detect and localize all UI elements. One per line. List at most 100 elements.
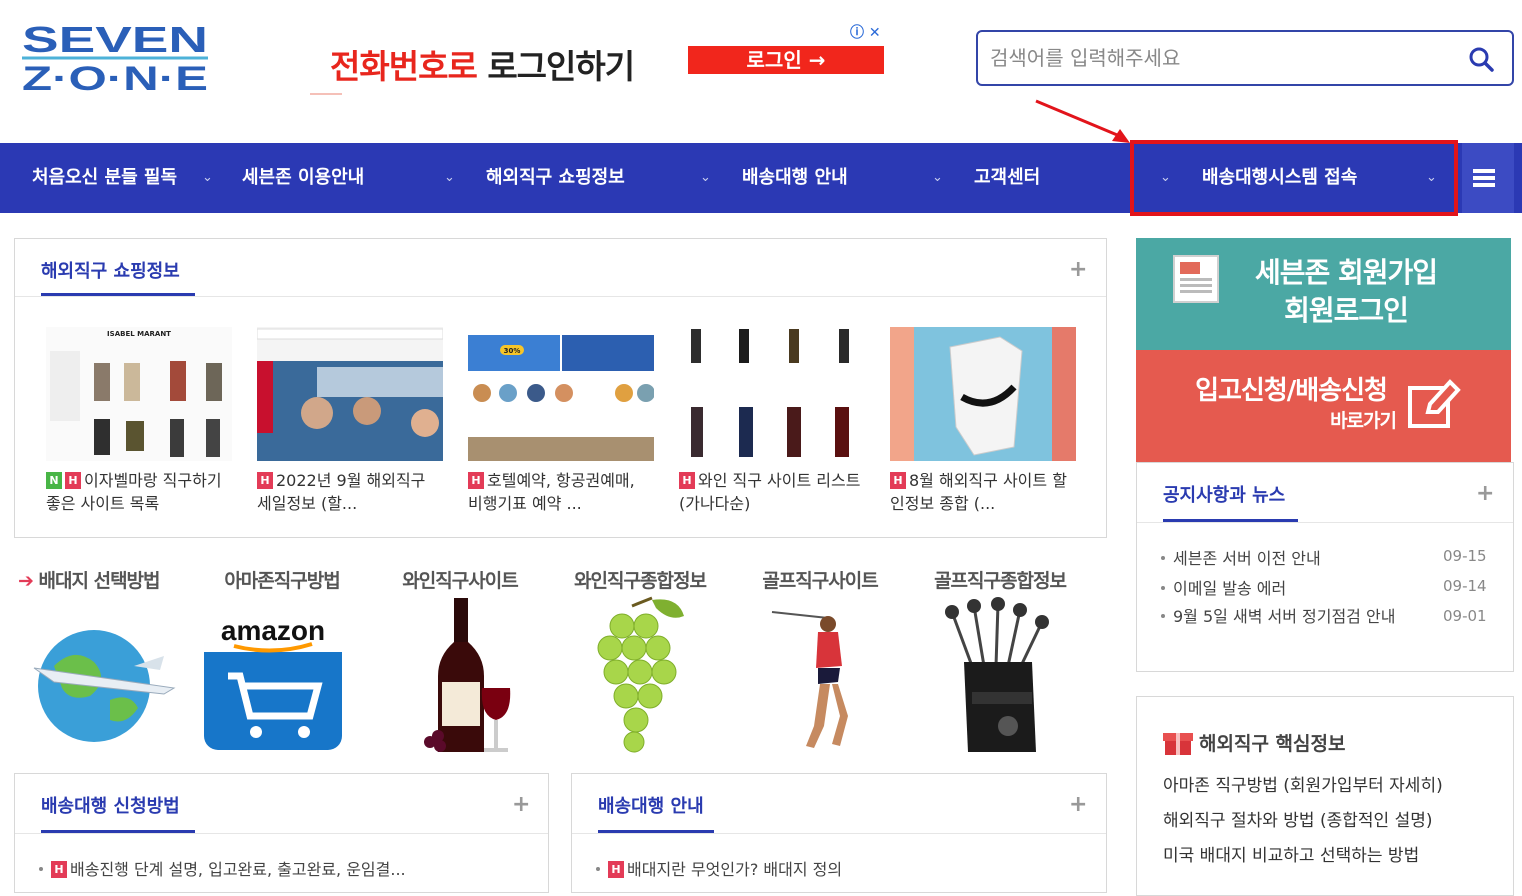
notice-date: 09-15 xyxy=(1443,547,1487,565)
sneaker-thumb-image xyxy=(890,327,1076,461)
list-item-text: 배송진행 단계 설명, 입고완료, 출고완료, 운임결... xyxy=(70,860,406,879)
hot-badge: H xyxy=(257,472,273,489)
post-thumbnail[interactable] xyxy=(679,327,865,461)
more-plus-icon[interactable]: + xyxy=(1476,481,1494,506)
member-login-banner[interactable]: 세븐존 회원가입 회원로그인 xyxy=(1136,238,1511,350)
hot-badge: H xyxy=(468,472,484,489)
ad-text-red: 전화번호로 xyxy=(330,47,478,86)
ad-divider xyxy=(310,93,342,95)
chevron-down-icon[interactable]: ⌄ xyxy=(932,143,943,213)
search-input[interactable] xyxy=(990,42,1440,74)
banner-line: 입고신청/배송신청 xyxy=(1195,376,1388,406)
section-title[interactable]: 공지사항과 뉴스 xyxy=(1163,481,1285,507)
category-label: 와인직구사이트 xyxy=(402,570,518,592)
search-icon[interactable] xyxy=(1468,46,1494,72)
category-label: 아마존직구방법 xyxy=(224,570,340,592)
caption-text: 호텔예약, 항공권예매, 비행기표 예약 ... xyxy=(468,471,635,513)
banner-line: 세븐존 회원가입 xyxy=(1254,256,1438,289)
category-golf-site[interactable]: 골프직구사이트 xyxy=(732,566,908,756)
ad-text-dark: 로그인하기 xyxy=(487,47,635,86)
post-thumbnail[interactable] xyxy=(890,327,1076,461)
category-label: 와인직구종합정보 xyxy=(574,570,707,592)
post-thumbnail[interactable] xyxy=(257,327,443,461)
divider xyxy=(572,833,1106,834)
category-wine-info[interactable]: 와인직구종합정보 xyxy=(552,566,728,756)
category-label: 골프직구종합정보 xyxy=(934,570,1067,592)
thumb-promo-label: 30% xyxy=(504,347,521,355)
bullet xyxy=(39,867,43,871)
more-plus-icon[interactable]: + xyxy=(1069,257,1087,282)
svg-text:Z·O·N·E: Z·O·N·E xyxy=(22,60,208,96)
ad-banner[interactable]: 전화번호로 로그인하기 로그인 → ⓘ ✕ xyxy=(310,20,890,100)
banner-text: 세븐존 회원가입 회원로그인 xyxy=(1236,254,1456,330)
caption-text: 와인 직구 사이트 리스트 (가나다순) xyxy=(679,471,861,513)
ad-login-button[interactable]: 로그인 → xyxy=(688,46,884,74)
section-title[interactable]: 배송대행 신청방법 xyxy=(41,792,180,818)
grapes-icon xyxy=(597,596,684,753)
section-title[interactable]: 해외직구 핵심정보 xyxy=(1199,729,1345,756)
chevron-down-icon[interactable]: ⌄ xyxy=(444,143,455,213)
post-thumbnail[interactable]: ISABEL MARANT xyxy=(46,327,232,461)
logo-graphic: SEVEN Z·O·N·E xyxy=(22,19,208,98)
ad-info-close-icon[interactable]: ⓘ ✕ xyxy=(850,22,881,42)
notice-text: 세븐존 서버 이전 안내 xyxy=(1173,549,1321,568)
post-caption[interactable]: H 2022년 9월 해외직구 세일정보 (할... xyxy=(257,469,443,515)
golfer-icon xyxy=(771,611,848,748)
post-caption[interactable]: N H 이자벨마랑 직구하기 좋은 사이트 목록 xyxy=(46,469,232,515)
travel-thumb-image: 30% xyxy=(468,327,654,461)
core-info-section: 해외직구 핵심정보 아마존 직구방법 (회원가입부터 자세히) 해외직구 절차와… xyxy=(1136,696,1514,896)
pointer-arrow-icon xyxy=(1035,99,1130,143)
more-plus-icon[interactable]: + xyxy=(1069,792,1087,817)
hot-badge: H xyxy=(608,861,624,878)
nav-item-usage-guide[interactable]: 세븐존 이용안내 xyxy=(242,143,364,213)
category-golf-info[interactable]: 골프직구종합정보 xyxy=(912,566,1088,756)
chevron-down-icon[interactable]: ⌄ xyxy=(700,143,711,213)
divider xyxy=(1137,522,1513,523)
nav-item-first-visit[interactable]: 처음오신 분들 필독 xyxy=(32,143,177,213)
core-link[interactable]: 아마존 직구방법 (회원가입부터 자세히) xyxy=(1163,771,1443,796)
notice-date: 09-01 xyxy=(1443,607,1487,625)
list-item[interactable]: H 배송진행 단계 설명, 입고완료, 출고완료, 운임결... xyxy=(39,856,406,880)
category-wine-site[interactable]: 와인직구사이트 xyxy=(372,566,548,756)
notice-item[interactable]: 이메일 발송 에러 xyxy=(1161,575,1431,599)
list-item[interactable]: H 배대지란 무엇인가? 배대지 정의 xyxy=(596,856,842,880)
core-link[interactable]: 해외직구 절차와 방법 (종합적인 설명) xyxy=(1163,806,1432,831)
bullet xyxy=(1161,556,1165,560)
shipping-guide-section: 배송대행 안내 + H 배대지란 무엇인가? 배대지 정의 xyxy=(571,773,1107,893)
notice-text: 이메일 발송 에러 xyxy=(1173,579,1287,598)
notice-item[interactable]: 세븐존 서버 이전 안내 xyxy=(1161,545,1431,569)
chevron-down-icon[interactable]: ⌄ xyxy=(202,143,213,213)
category-amazon[interactable]: 아마존직구방법 amazon xyxy=(194,566,370,756)
category-label: ➔ 배대지 선택방법 xyxy=(14,566,190,593)
notice-date: 09-14 xyxy=(1443,577,1487,595)
more-plus-icon[interactable]: + xyxy=(512,792,530,817)
nav-item-shopping-info[interactable]: 해외직구 쇼핑정보 xyxy=(486,143,625,213)
caption-text: 8월 해외직구 사이트 할인정보 종합 (... xyxy=(890,471,1067,513)
hot-badge: H xyxy=(65,472,81,489)
apply-method-section: 배송대행 신청방법 + H 배송진행 단계 설명, 입고완료, 출고완료, 운임결… xyxy=(14,773,549,893)
site-logo[interactable]: SEVEN Z·O·N·E xyxy=(22,19,214,98)
caption-text: 2022년 9월 해외직구 세일정보 (할... xyxy=(257,471,426,513)
menu-icon[interactable] xyxy=(1462,143,1514,213)
notice-item[interactable]: 9월 5일 새벽 서버 정기점검 안내 xyxy=(1161,605,1421,628)
new-badge: N xyxy=(46,472,62,489)
document-icon xyxy=(1173,255,1219,303)
post-caption[interactable]: H 와인 직구 사이트 리스트 (가나다순) xyxy=(679,469,865,515)
category-label: 골프직구사이트 xyxy=(762,570,878,592)
category-shipping-select[interactable]: ➔ 배대지 선택방법 xyxy=(14,566,190,756)
receiving-request-banner[interactable]: 입고신청/배송신청 바로가기 xyxy=(1136,350,1511,462)
amazon-cart-icon: amazon xyxy=(204,615,342,750)
post-caption[interactable]: H 호텔예약, 항공권예매, 비행기표 예약 ... xyxy=(468,469,654,515)
globe-plane-icon xyxy=(33,630,176,742)
nav-item-shipping-guide[interactable]: 배송대행 안내 xyxy=(742,143,848,213)
notice-text: 9월 5일 새벽 서버 정기점검 안내 xyxy=(1173,607,1396,626)
amazon-logo-text: amazon xyxy=(221,615,325,646)
nav-item-customer-center[interactable]: 고객센터 xyxy=(974,143,1040,213)
core-link[interactable]: 미국 배대지 비교하고 선택하는 방법 xyxy=(1163,841,1419,866)
section-title[interactable]: 배송대행 안내 xyxy=(598,792,704,818)
ad-headline: 전화번호로 로그인하기 xyxy=(330,40,635,88)
section-title[interactable]: 해외직구 쇼핑정보 xyxy=(41,257,180,283)
post-caption[interactable]: H 8월 해외직구 사이트 할인정보 종합 (... xyxy=(890,469,1076,515)
wine-thumb-image xyxy=(679,327,865,461)
post-thumbnail[interactable]: 30% xyxy=(468,327,654,461)
